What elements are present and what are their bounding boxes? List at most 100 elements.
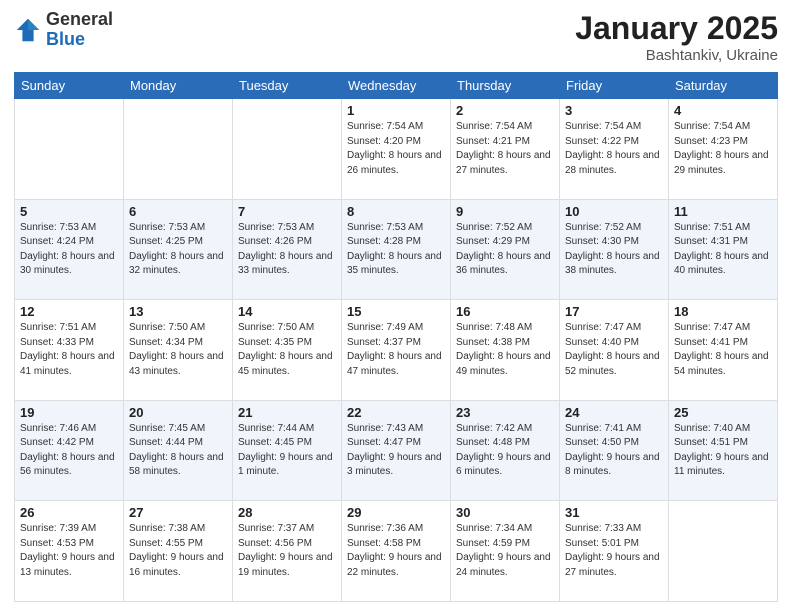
day-number: 27	[129, 505, 227, 520]
table-row: 12 Sunrise: 7:51 AM Sunset: 4:33 PM Dayli…	[15, 300, 124, 401]
table-row: 24 Sunrise: 7:41 AM Sunset: 4:50 PM Dayli…	[560, 400, 669, 501]
calendar-week-2: 5 Sunrise: 7:53 AM Sunset: 4:24 PM Daylig…	[15, 199, 778, 300]
logo-icon	[14, 16, 42, 44]
day-number: 28	[238, 505, 336, 520]
day-number: 19	[20, 405, 118, 420]
calendar-table: Sunday Monday Tuesday Wednesday Thursday…	[14, 72, 778, 602]
title-block: January 2025 Bashtankiv, Ukraine	[575, 10, 778, 64]
table-row: 21Sunrise: 7:44 AM Sunset: 4:45 PM Dayli…	[233, 400, 342, 501]
table-row: 22 Sunrise: 7:43 AM Sunset: 4:47 PM Dayli…	[342, 400, 451, 501]
day-info: Sunrise: 7:38 AM Sunset: 4:55 PM Dayligh…	[129, 522, 227, 580]
day-number: 23	[456, 405, 554, 420]
day-number: 12	[20, 304, 118, 319]
header-monday: Monday	[124, 73, 233, 99]
calendar-header-row: Sunday Monday Tuesday Wednesday Thursday…	[15, 73, 778, 99]
table-row: 6 Sunrise: 7:53 AM Sunset: 4:25 PM Daylig…	[124, 199, 233, 300]
table-row: 23Sunrise: 7:42 AM Sunset: 4:48 PM Dayli…	[451, 400, 560, 501]
header-friday: Friday	[560, 73, 669, 99]
day-info: Sunrise: 7:50 AM Sunset: 4:34 PM Dayligh…	[129, 321, 227, 379]
calendar-week-5: 26 Sunrise: 7:39 AM Sunset: 4:53 PM Dayli…	[15, 501, 778, 602]
day-info: Sunrise: 7:47 AM Sunset: 4:41 PM Dayligh…	[674, 321, 772, 379]
day-number: 15	[347, 304, 445, 319]
table-row	[15, 99, 124, 200]
day-number: 7	[238, 204, 336, 219]
day-info: Sunrise: 7:39 AM Sunset: 4:53 PM Dayligh…	[20, 522, 118, 580]
header: General Blue January 2025 Bashtankiv, Uk…	[14, 10, 778, 64]
header-saturday: Saturday	[669, 73, 778, 99]
day-number: 29	[347, 505, 445, 520]
table-row: 8Sunrise: 7:53 AM Sunset: 4:28 PM Daylig…	[342, 199, 451, 300]
day-number: 22	[347, 405, 445, 420]
table-row: 5 Sunrise: 7:53 AM Sunset: 4:24 PM Daylig…	[15, 199, 124, 300]
day-info: Sunrise: 7:54 AM Sunset: 4:20 PM Dayligh…	[347, 120, 445, 178]
logo-general: General	[46, 10, 113, 30]
header-tuesday: Tuesday	[233, 73, 342, 99]
table-row	[669, 501, 778, 602]
table-row: 18 Sunrise: 7:47 AM Sunset: 4:41 PM Dayli…	[669, 300, 778, 401]
day-info: Sunrise: 7:34 AM Sunset: 4:59 PM Dayligh…	[456, 522, 554, 580]
day-number: 8	[347, 204, 445, 219]
day-info: Sunrise: 7:54 AM Sunset: 4:23 PM Dayligh…	[674, 120, 772, 178]
header-thursday: Thursday	[451, 73, 560, 99]
day-number: 6	[129, 204, 227, 219]
day-info: Sunrise: 7:41 AM Sunset: 4:50 PM Dayligh…	[565, 422, 663, 480]
day-info: Sunrise: 7:53 AM Sunset: 4:24 PM Dayligh…	[20, 221, 118, 279]
day-info: Sunrise: 7:36 AM Sunset: 4:58 PM Dayligh…	[347, 522, 445, 580]
table-row: 27 Sunrise: 7:38 AM Sunset: 4:55 PM Dayli…	[124, 501, 233, 602]
table-row: 17 Sunrise: 7:47 AM Sunset: 4:40 PM Dayli…	[560, 300, 669, 401]
table-row: 28 Sunrise: 7:37 AM Sunset: 4:56 PM Dayli…	[233, 501, 342, 602]
day-info: Sunrise: 7:45 AM Sunset: 4:44 PM Dayligh…	[129, 422, 227, 480]
title-location: Bashtankiv, Ukraine	[575, 47, 778, 64]
day-info: Sunrise: 7:51 AM Sunset: 4:33 PM Dayligh…	[20, 321, 118, 379]
table-row: 13 Sunrise: 7:50 AM Sunset: 4:34 PM Dayli…	[124, 300, 233, 401]
calendar-week-1: 1 Sunrise: 7:54 AM Sunset: 4:20 PM Daylig…	[15, 99, 778, 200]
table-row: 4 Sunrise: 7:54 AM Sunset: 4:23 PM Daylig…	[669, 99, 778, 200]
table-row: 29 Sunrise: 7:36 AM Sunset: 4:58 PM Dayli…	[342, 501, 451, 602]
header-wednesday: Wednesday	[342, 73, 451, 99]
day-info: Sunrise: 7:46 AM Sunset: 4:42 PM Dayligh…	[20, 422, 118, 480]
day-info: Sunrise: 7:48 AM Sunset: 4:38 PM Dayligh…	[456, 321, 554, 379]
table-row: 26 Sunrise: 7:39 AM Sunset: 4:53 PM Dayli…	[15, 501, 124, 602]
day-number: 9	[456, 204, 554, 219]
calendar-week-3: 12 Sunrise: 7:51 AM Sunset: 4:33 PM Dayli…	[15, 300, 778, 401]
table-row: 3Sunrise: 7:54 AM Sunset: 4:22 PM Daylig…	[560, 99, 669, 200]
day-number: 25	[674, 405, 772, 420]
logo-blue: Blue	[46, 30, 113, 50]
day-info: Sunrise: 7:51 AM Sunset: 4:31 PM Dayligh…	[674, 221, 772, 279]
day-number: 4	[674, 103, 772, 118]
day-info: Sunrise: 7:47 AM Sunset: 4:40 PM Dayligh…	[565, 321, 663, 379]
day-number: 10	[565, 204, 663, 219]
table-row: 16 Sunrise: 7:48 AM Sunset: 4:38 PM Dayli…	[451, 300, 560, 401]
day-info: Sunrise: 7:49 AM Sunset: 4:37 PM Dayligh…	[347, 321, 445, 379]
day-number: 18	[674, 304, 772, 319]
table-row: 15 Sunrise: 7:49 AM Sunset: 4:37 PM Dayli…	[342, 300, 451, 401]
day-number: 30	[456, 505, 554, 520]
title-month: January 2025	[575, 10, 778, 47]
day-number: 1	[347, 103, 445, 118]
day-number: 17	[565, 304, 663, 319]
day-info: Sunrise: 7:54 AM Sunset: 4:22 PM Dayligh…	[565, 120, 663, 178]
page: General Blue January 2025 Bashtankiv, Uk…	[0, 0, 792, 612]
calendar-week-4: 19 Sunrise: 7:46 AM Sunset: 4:42 PM Dayli…	[15, 400, 778, 501]
table-row: 1 Sunrise: 7:54 AM Sunset: 4:20 PM Daylig…	[342, 99, 451, 200]
logo-text: General Blue	[46, 10, 113, 50]
day-number: 5	[20, 204, 118, 219]
day-info: Sunrise: 7:53 AM Sunset: 4:25 PM Dayligh…	[129, 221, 227, 279]
table-row: 30 Sunrise: 7:34 AM Sunset: 4:59 PM Dayli…	[451, 501, 560, 602]
table-row: 31Sunrise: 7:33 AM Sunset: 5:01 PM Dayli…	[560, 501, 669, 602]
day-number: 26	[20, 505, 118, 520]
table-row: 2Sunrise: 7:54 AM Sunset: 4:21 PM Daylig…	[451, 99, 560, 200]
day-info: Sunrise: 7:43 AM Sunset: 4:47 PM Dayligh…	[347, 422, 445, 480]
day-number: 24	[565, 405, 663, 420]
day-info: Sunrise: 7:52 AM Sunset: 4:29 PM Dayligh…	[456, 221, 554, 279]
day-number: 16	[456, 304, 554, 319]
day-number: 13	[129, 304, 227, 319]
table-row: 25Sunrise: 7:40 AM Sunset: 4:51 PM Dayli…	[669, 400, 778, 501]
day-info: Sunrise: 7:50 AM Sunset: 4:35 PM Dayligh…	[238, 321, 336, 379]
day-info: Sunrise: 7:54 AM Sunset: 4:21 PM Dayligh…	[456, 120, 554, 178]
day-number: 11	[674, 204, 772, 219]
table-row: 9 Sunrise: 7:52 AM Sunset: 4:29 PM Daylig…	[451, 199, 560, 300]
day-info: Sunrise: 7:33 AM Sunset: 5:01 PM Dayligh…	[565, 522, 663, 580]
day-info: Sunrise: 7:37 AM Sunset: 4:56 PM Dayligh…	[238, 522, 336, 580]
day-info: Sunrise: 7:44 AM Sunset: 4:45 PM Dayligh…	[238, 422, 336, 480]
